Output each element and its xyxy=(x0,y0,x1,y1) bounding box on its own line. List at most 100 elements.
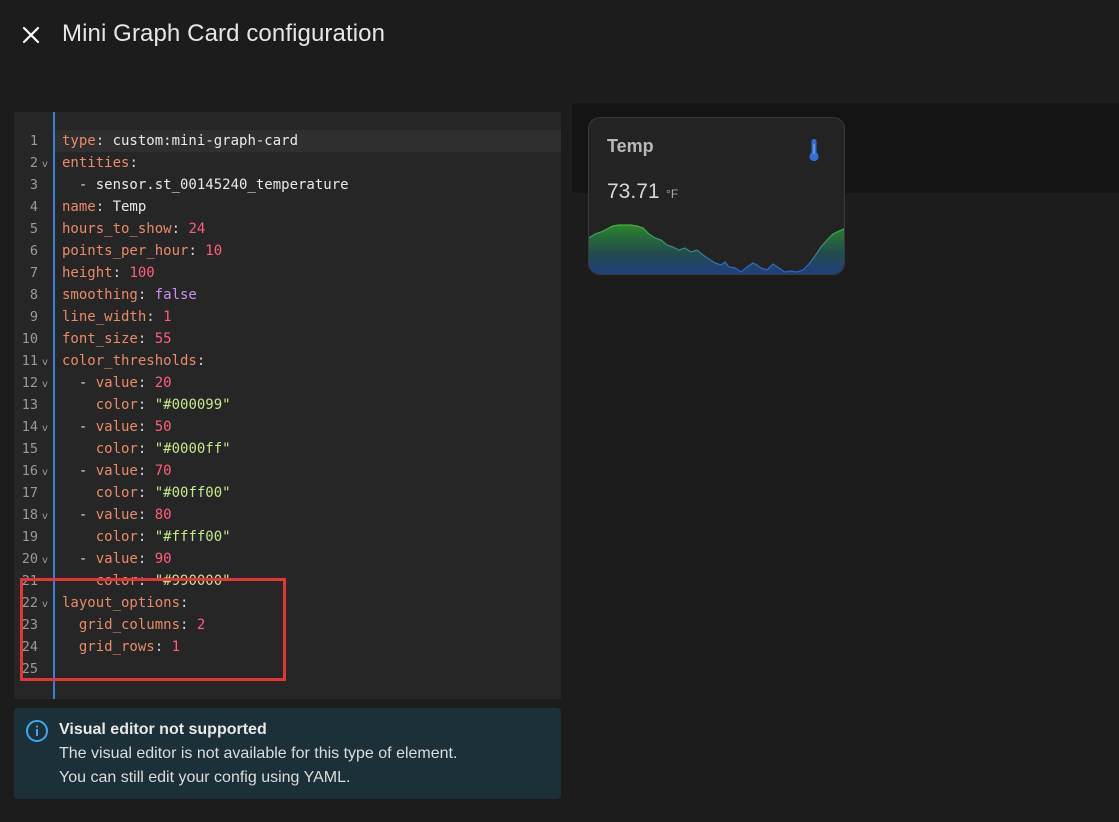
code-token: color xyxy=(95,397,138,413)
code-token: : xyxy=(154,639,172,655)
code-token: color xyxy=(95,485,138,501)
code-line[interactable]: 19 color: "#ffff00" xyxy=(14,526,561,548)
fold-toggle-icon[interactable]: v xyxy=(42,594,48,616)
fold-toggle-icon[interactable]: v xyxy=(42,418,48,440)
code-line[interactable]: 4 name: Temp xyxy=(14,196,561,218)
code-line[interactable]: 6 points_per_hour: 10 xyxy=(14,240,561,262)
code-token: : xyxy=(137,419,155,435)
code-token: value xyxy=(95,551,138,567)
line-number: 21 xyxy=(21,573,38,589)
fold-toggle-icon[interactable]: v xyxy=(42,550,48,572)
code-token: name xyxy=(62,199,96,215)
code-token: color_thresholds xyxy=(62,353,197,369)
code-token: : xyxy=(137,551,155,567)
code-token: : xyxy=(180,617,197,633)
code-text: points_per_hour: 10 xyxy=(62,240,222,262)
code-token: line_width xyxy=(62,309,147,325)
code-token: color xyxy=(95,529,138,545)
code-token: smoothing xyxy=(62,287,138,303)
line-number: 8 xyxy=(29,287,38,303)
alert-message-line1: The visual editor is not available for t… xyxy=(59,745,458,762)
code-token: Temp xyxy=(112,199,147,215)
code-token: : xyxy=(137,463,155,479)
code-token: - xyxy=(62,551,96,567)
code-token: 80 xyxy=(154,507,172,523)
code-token: value xyxy=(95,419,138,435)
line-number: 23 xyxy=(21,617,38,633)
code-token: grid_columns xyxy=(78,617,181,633)
code-line[interactable]: 22 v layout_options: xyxy=(14,592,561,614)
code-line[interactable]: 25 xyxy=(14,658,561,680)
code-line[interactable]: 15 color: "#0000ff" xyxy=(14,438,561,460)
line-number: 24 xyxy=(21,639,38,655)
code-token: color xyxy=(95,573,138,589)
code-text: font_size: 55 xyxy=(62,328,172,350)
code-line[interactable]: 13 color: "#000099" xyxy=(14,394,561,416)
line-number: 4 xyxy=(29,199,38,215)
fold-toggle-icon[interactable]: v xyxy=(42,506,48,528)
code-token: - xyxy=(62,463,96,479)
fold-toggle-icon[interactable]: v xyxy=(42,374,48,396)
code-line[interactable]: 17 color: "#00ff00" xyxy=(14,482,561,504)
code-token: : xyxy=(137,507,155,523)
code-text: line_width: 1 xyxy=(62,306,172,328)
line-number: 9 xyxy=(29,309,38,325)
code-line[interactable]: 1 type: custom:mini-graph-card xyxy=(14,130,561,152)
code-token: 20 xyxy=(154,375,172,391)
code-line[interactable]: 21 color: "#990000" xyxy=(14,570,561,592)
code-line[interactable]: 10 font_size: 55 xyxy=(14,328,561,350)
code-text: color_thresholds: xyxy=(62,350,205,372)
code-token: 24 xyxy=(188,221,206,237)
code-text: grid_columns: 2 xyxy=(62,614,205,636)
code-text: smoothing: false xyxy=(62,284,197,306)
code-line[interactable]: 8 smoothing: false xyxy=(14,284,561,306)
code-token: false xyxy=(154,287,197,303)
code-line[interactable]: 20 v - value: 90 xyxy=(14,548,561,570)
code-line[interactable]: 18 v - value: 80 xyxy=(14,504,561,526)
fold-toggle-icon[interactable]: v xyxy=(42,154,48,176)
code-line[interactable]: 7 height: 100 xyxy=(14,262,561,284)
close-button[interactable] xyxy=(14,18,48,52)
code-line[interactable]: 14 v - value: 50 xyxy=(14,416,561,438)
line-number: 10 xyxy=(21,331,38,347)
code-text: color: "#990000" xyxy=(62,570,231,592)
line-number: 25 xyxy=(21,661,38,677)
code-line[interactable]: 2 v entities: xyxy=(14,152,561,174)
code-line[interactable]: 11 v color_thresholds: xyxy=(14,350,561,372)
code-line[interactable]: 23 grid_columns: 2 xyxy=(14,614,561,636)
code-token: 10 xyxy=(205,243,223,259)
code-text: - value: 90 xyxy=(62,548,172,570)
line-number: 17 xyxy=(21,485,38,501)
code-line[interactable]: 5 hours_to_show: 24 xyxy=(14,218,561,240)
code-token: sensor.st_00145240_temperature xyxy=(95,177,349,193)
code-text: height: 100 xyxy=(62,262,155,284)
card-unit: °F xyxy=(666,187,679,201)
code-token: grid_rows xyxy=(78,639,155,655)
code-text: name: Temp xyxy=(62,196,146,218)
code-line[interactable]: 12 v - value: 20 xyxy=(14,372,561,394)
code-token: "#000099" xyxy=(154,397,231,413)
code-token: : xyxy=(188,243,206,259)
line-number: 18 xyxy=(21,507,38,523)
fold-toggle-icon[interactable]: v xyxy=(42,352,48,374)
fold-toggle-icon[interactable]: v xyxy=(42,462,48,484)
code-token: hours_to_show xyxy=(62,221,172,237)
code-line[interactable]: 16 v - value: 70 xyxy=(14,460,561,482)
code-text: - value: 20 xyxy=(62,372,172,394)
line-number: 3 xyxy=(29,177,38,193)
dialog-title: Mini Graph Card configuration xyxy=(62,20,386,47)
line-number: 2 xyxy=(29,155,38,171)
yaml-code-editor[interactable]: 1 type: custom:mini-graph-card 2 v entities:… xyxy=(14,112,561,699)
code-token: points_per_hour xyxy=(62,243,189,259)
code-token: 70 xyxy=(154,463,172,479)
code-text: color: "#ffff00" xyxy=(62,526,231,548)
code-line[interactable]: 3 - sensor.st_00145240_temperature xyxy=(14,174,561,196)
mini-graph-card-preview[interactable]: Temp 73.71 °F xyxy=(588,117,845,275)
code-line[interactable]: 9 line_width: 1 xyxy=(14,306,561,328)
visual-editor-alert: Visual editor not supported The visual e… xyxy=(14,708,561,799)
code-line[interactable]: 24 grid_rows: 1 xyxy=(14,636,561,658)
line-number: 14 xyxy=(21,419,38,435)
